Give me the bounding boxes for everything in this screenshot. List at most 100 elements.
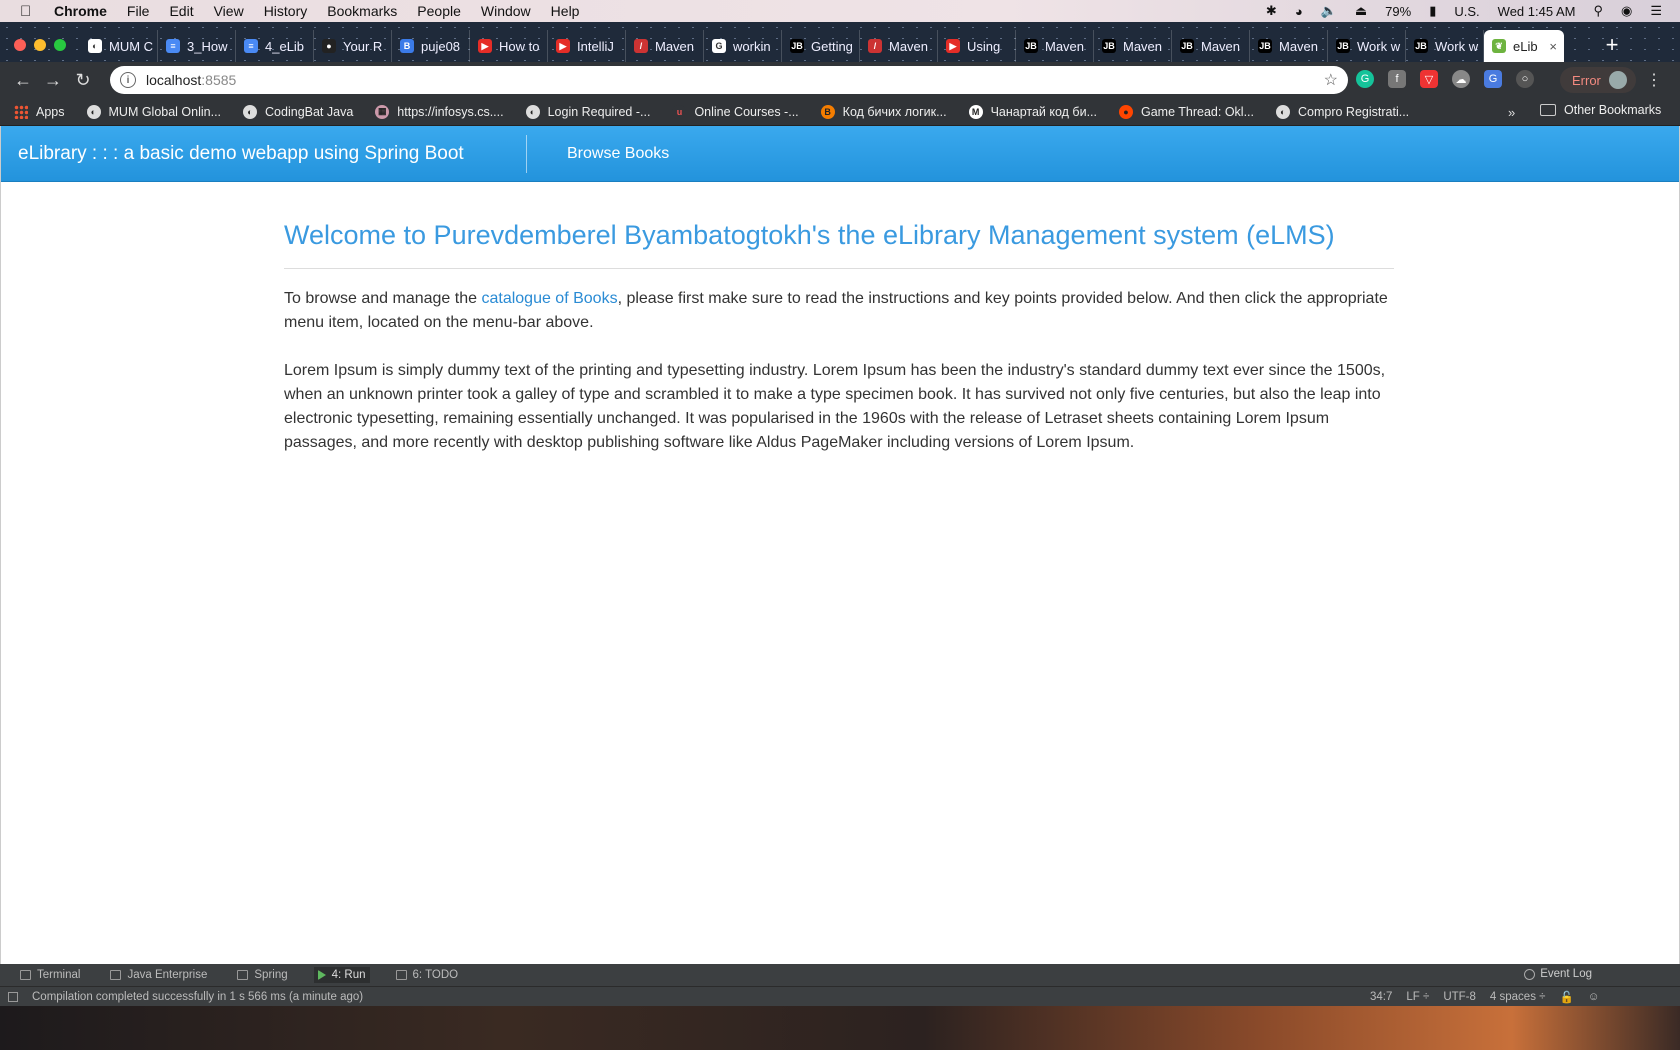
tab-1[interactable]: ≡ 3_How: [158, 30, 236, 62]
tool-run[interactable]: 4: Run: [313, 967, 370, 983]
siri-icon[interactable]: ◉: [1621, 3, 1632, 19]
zoom-window-button[interactable]: [54, 39, 66, 51]
tab-label: Maven: [1201, 38, 1241, 54]
reload-icon[interactable]: ↻: [68, 70, 98, 91]
tab-5[interactable]: ▶ How to: [470, 30, 548, 62]
url-port: :8585: [201, 72, 237, 88]
globe-icon: ◐: [243, 104, 258, 119]
bookmark-star-icon[interactable]: ☆: [1324, 70, 1338, 90]
chrome-window: ◐ MUM C ≡ 3_How ≡ 4_eLib ● Your R Bpuje08 ▶ How to…: [0, 22, 1680, 964]
indent-setting[interactable]: 4 spaces ÷: [1490, 991, 1546, 1003]
menu-window[interactable]: Window: [481, 3, 531, 19]
file-encoding[interactable]: UTF-8: [1443, 991, 1476, 1003]
bookmarks-overflow-icon[interactable]: »: [1508, 105, 1515, 120]
address-bar[interactable]: i localhost:8585 ☆: [110, 66, 1348, 94]
tab-8[interactable]: Gworkin: [704, 30, 782, 62]
event-log-button[interactable]: Event Log: [1524, 968, 1592, 980]
line-separator[interactable]: LF ÷: [1406, 991, 1429, 1003]
bookmark-item[interactable]: u Online Courses -...: [672, 104, 799, 119]
forward-icon[interactable]: →: [38, 70, 68, 91]
todo-icon: [395, 970, 407, 980]
tab-label: Maven: [655, 38, 695, 54]
apple-icon[interactable]: : [20, 3, 36, 20]
minimize-window-button[interactable]: [34, 39, 46, 51]
bookmark-item[interactable]: M Чанартай код би...: [968, 104, 1097, 119]
tool-spring[interactable]: Spring: [233, 967, 291, 983]
other-bookmarks[interactable]: Other Bookmarks: [1540, 103, 1661, 117]
spotlight-search-icon[interactable]: ⚲: [1593, 3, 1603, 19]
battery-icon[interactable]: ▮: [1429, 3, 1436, 19]
bookmark-item[interactable]: ◐ Login Required -...: [525, 104, 650, 119]
bookmark-label: Код бичих логик...: [842, 104, 947, 119]
menu-file[interactable]: File: [127, 3, 150, 19]
grammarly-icon[interactable]: G: [1356, 70, 1374, 88]
ide-tool-window-bar: Terminal Java Enterprise Spring 4: Run 6…: [0, 964, 1680, 986]
catalogue-link[interactable]: catalogue of Books: [481, 290, 617, 307]
notification-center-icon[interactable]: ☰: [1650, 3, 1662, 19]
bookmark-item[interactable]: ◐ MUM Global Onlin...: [86, 104, 221, 119]
wifi-icon[interactable]: ◕: [1295, 4, 1303, 19]
tab-3[interactable]: ● Your R: [314, 30, 392, 62]
tab-18[interactable]: ❦ eLib ×: [1484, 30, 1564, 62]
facebook-icon[interactable]: f: [1388, 70, 1406, 88]
close-tab-icon[interactable]: ×: [1549, 39, 1557, 54]
tab-label: How to: [499, 38, 540, 54]
bookmark-item[interactable]: B Код бичих логик...: [820, 104, 947, 119]
menu-people[interactable]: People: [417, 3, 461, 19]
chrome-menu-icon[interactable]: ⋮: [1646, 70, 1662, 90]
close-window-button[interactable]: [14, 39, 26, 51]
tool-todo[interactable]: 6: TODO: [392, 967, 463, 983]
tab-7[interactable]: / Maven: [626, 30, 704, 62]
tab-12[interactable]: JB Maven: [1016, 30, 1094, 62]
site-brand[interactable]: eLibrary : : : a basic demo webapp using…: [18, 143, 464, 165]
tab-14[interactable]: JB Maven: [1172, 30, 1250, 62]
inspector-icon[interactable]: ☺: [1588, 991, 1600, 1003]
bookmark-item[interactable]: Apps: [14, 104, 65, 119]
tab-13[interactable]: JB Maven: [1094, 30, 1172, 62]
battery-percent[interactable]: 79%: [1385, 4, 1411, 19]
bookmark-item[interactable]: ● Game Thread: Okl...: [1118, 104, 1254, 119]
tool-terminal[interactable]: Terminal: [16, 967, 84, 983]
menu-edit[interactable]: Edit: [169, 3, 193, 19]
tab-0[interactable]: ◐ MUM C: [80, 30, 158, 62]
tab-11[interactable]: ▶ Using: [938, 30, 1016, 62]
bookmark-item[interactable]: ▦ https://infosys.cs....: [375, 104, 504, 119]
tab-15[interactable]: JB Maven: [1250, 30, 1328, 62]
profile-error-button[interactable]: Error: [1560, 67, 1636, 93]
image-icon: ▦: [375, 104, 390, 119]
bluetooth-icon[interactable]: ✱: [1266, 3, 1277, 19]
volume-icon[interactable]: 🔈: [1321, 3, 1337, 19]
menubar-clock[interactable]: Wed 1:45 AM: [1498, 4, 1576, 19]
pocket-icon[interactable]: ▽: [1420, 70, 1438, 88]
extension-icon[interactable]: ○: [1516, 70, 1534, 88]
menu-app-chrome[interactable]: Chrome: [54, 3, 107, 19]
new-tab-button[interactable]: +: [1598, 32, 1626, 58]
lock-icon[interactable]: 🔓: [1559, 990, 1573, 1004]
tab-4[interactable]: Bpuje08: [392, 30, 470, 62]
other-bookmarks-label: Other Bookmarks: [1564, 103, 1662, 117]
menu-view[interactable]: View: [214, 3, 244, 19]
cloud-extension-icon[interactable]: ☁: [1452, 70, 1470, 88]
tool-java-enterprise[interactable]: Java Enterprise: [106, 967, 211, 983]
menu-help[interactable]: Help: [551, 3, 580, 19]
bookmark-item[interactable]: ◐ Compro Registrati...: [1276, 104, 1409, 119]
translate-icon[interactable]: G: [1484, 70, 1502, 88]
tab-17[interactable]: JB Work w: [1406, 30, 1484, 62]
cursor-position[interactable]: 34:7: [1370, 991, 1392, 1003]
tab-2[interactable]: ≡ 4_eLib: [236, 30, 314, 62]
menu-history[interactable]: History: [264, 3, 308, 19]
toggle-tool-windows-icon[interactable]: [8, 991, 18, 1002]
tab-16[interactable]: JB Work w: [1328, 30, 1406, 62]
nav-browse-books[interactable]: Browse Books: [567, 145, 669, 163]
tab-6[interactable]: ▶ IntelliJ: [548, 30, 626, 62]
event-log-label: Event Log: [1540, 968, 1592, 980]
tab-9[interactable]: JB Getting: [782, 30, 860, 62]
bookmark-item[interactable]: ◐ CodingBat Java: [243, 104, 353, 119]
site-info-icon[interactable]: i: [120, 72, 136, 88]
tab-10[interactable]: / Maven: [860, 30, 938, 62]
reddit-icon: ●: [1118, 104, 1133, 119]
back-icon[interactable]: ←: [8, 70, 38, 91]
eject-icon[interactable]: ⏏: [1355, 3, 1367, 19]
menu-bookmarks[interactable]: Bookmarks: [327, 3, 397, 19]
input-source[interactable]: U.S.: [1454, 4, 1479, 19]
